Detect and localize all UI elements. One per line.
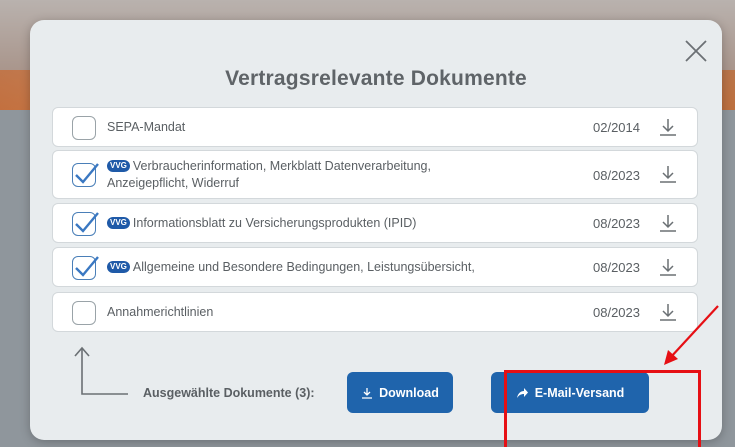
document-label-line2: Anzeigepflicht, Widerruf: [107, 176, 240, 190]
document-date: 08/2023: [593, 260, 640, 275]
document-row-bedingungen[interactable]: VVG Allgemeine und Besondere Bedingungen,…: [52, 247, 698, 287]
annotation-arrow-icon: [660, 302, 722, 373]
close-icon[interactable]: [682, 37, 710, 65]
document-date: 08/2023: [593, 168, 640, 183]
checkbox[interactable]: [72, 301, 96, 325]
vvg-badge: VVG: [107, 261, 130, 273]
document-row-verbraucherinformation[interactable]: VVG Verbraucherinformation, Merkblatt Dat…: [52, 150, 698, 199]
vvg-badge: VVG: [107, 160, 130, 172]
checkbox[interactable]: [72, 116, 96, 140]
document-label-line1: Annahmerichtlinien: [107, 305, 214, 319]
document-label-line1: Verbraucherinformation, Merkblatt Datenv…: [132, 159, 431, 173]
document-row-ipid[interactable]: VVG Informationsblatt zu Versicherungspro…: [52, 203, 698, 243]
document-row-annahmerichtlinien[interactable]: Annahmerichtlinien 08/2023: [52, 292, 698, 332]
document-label-line1: Informationsblatt zu Versicherungsproduk…: [132, 216, 417, 230]
document-row-sepa-mandat[interactable]: SEPA-Mandat 02/2014: [52, 107, 698, 147]
download-icon[interactable]: [657, 117, 679, 139]
document-label: VVG Allgemeine und Besondere Bedingungen,…: [107, 259, 475, 276]
document-date: 02/2014: [593, 120, 640, 135]
download-icon[interactable]: [657, 164, 679, 186]
document-label-line1: SEPA-Mandat: [107, 120, 186, 134]
selected-documents-label: Ausgewählte Dokumente (3):: [143, 386, 315, 400]
download-button-label: Download: [379, 385, 439, 400]
annotation-highlight-box: [504, 370, 701, 447]
vvg-badge: VVG: [107, 217, 130, 229]
download-icon[interactable]: [657, 213, 679, 235]
document-label: SEPA-Mandat: [107, 119, 185, 136]
document-label-line1: Allgemeine und Besondere Bedingungen, Le…: [132, 260, 475, 274]
checkbox-checked[interactable]: [72, 212, 99, 236]
download-icon[interactable]: [657, 257, 679, 279]
document-label: VVG Informationsblatt zu Versicherungspro…: [107, 215, 416, 232]
document-label: Annahmerichtlinien: [107, 304, 213, 321]
checkbox-checked[interactable]: [72, 163, 99, 187]
download-icon: [361, 387, 373, 399]
corner-arrow-up-icon: [70, 344, 130, 405]
checkbox-checked[interactable]: [72, 256, 99, 280]
document-date: 08/2023: [593, 216, 640, 231]
download-button[interactable]: Download: [347, 372, 453, 413]
modal-title: Vertragsrelevante Dokumente: [225, 67, 527, 90]
document-date: 08/2023: [593, 305, 640, 320]
documents-modal: Vertragsrelevante Dokumente SEPA-Mandat …: [30, 20, 722, 447]
document-label: VVG Verbraucherinformation, Merkblatt Dat…: [107, 158, 431, 192]
